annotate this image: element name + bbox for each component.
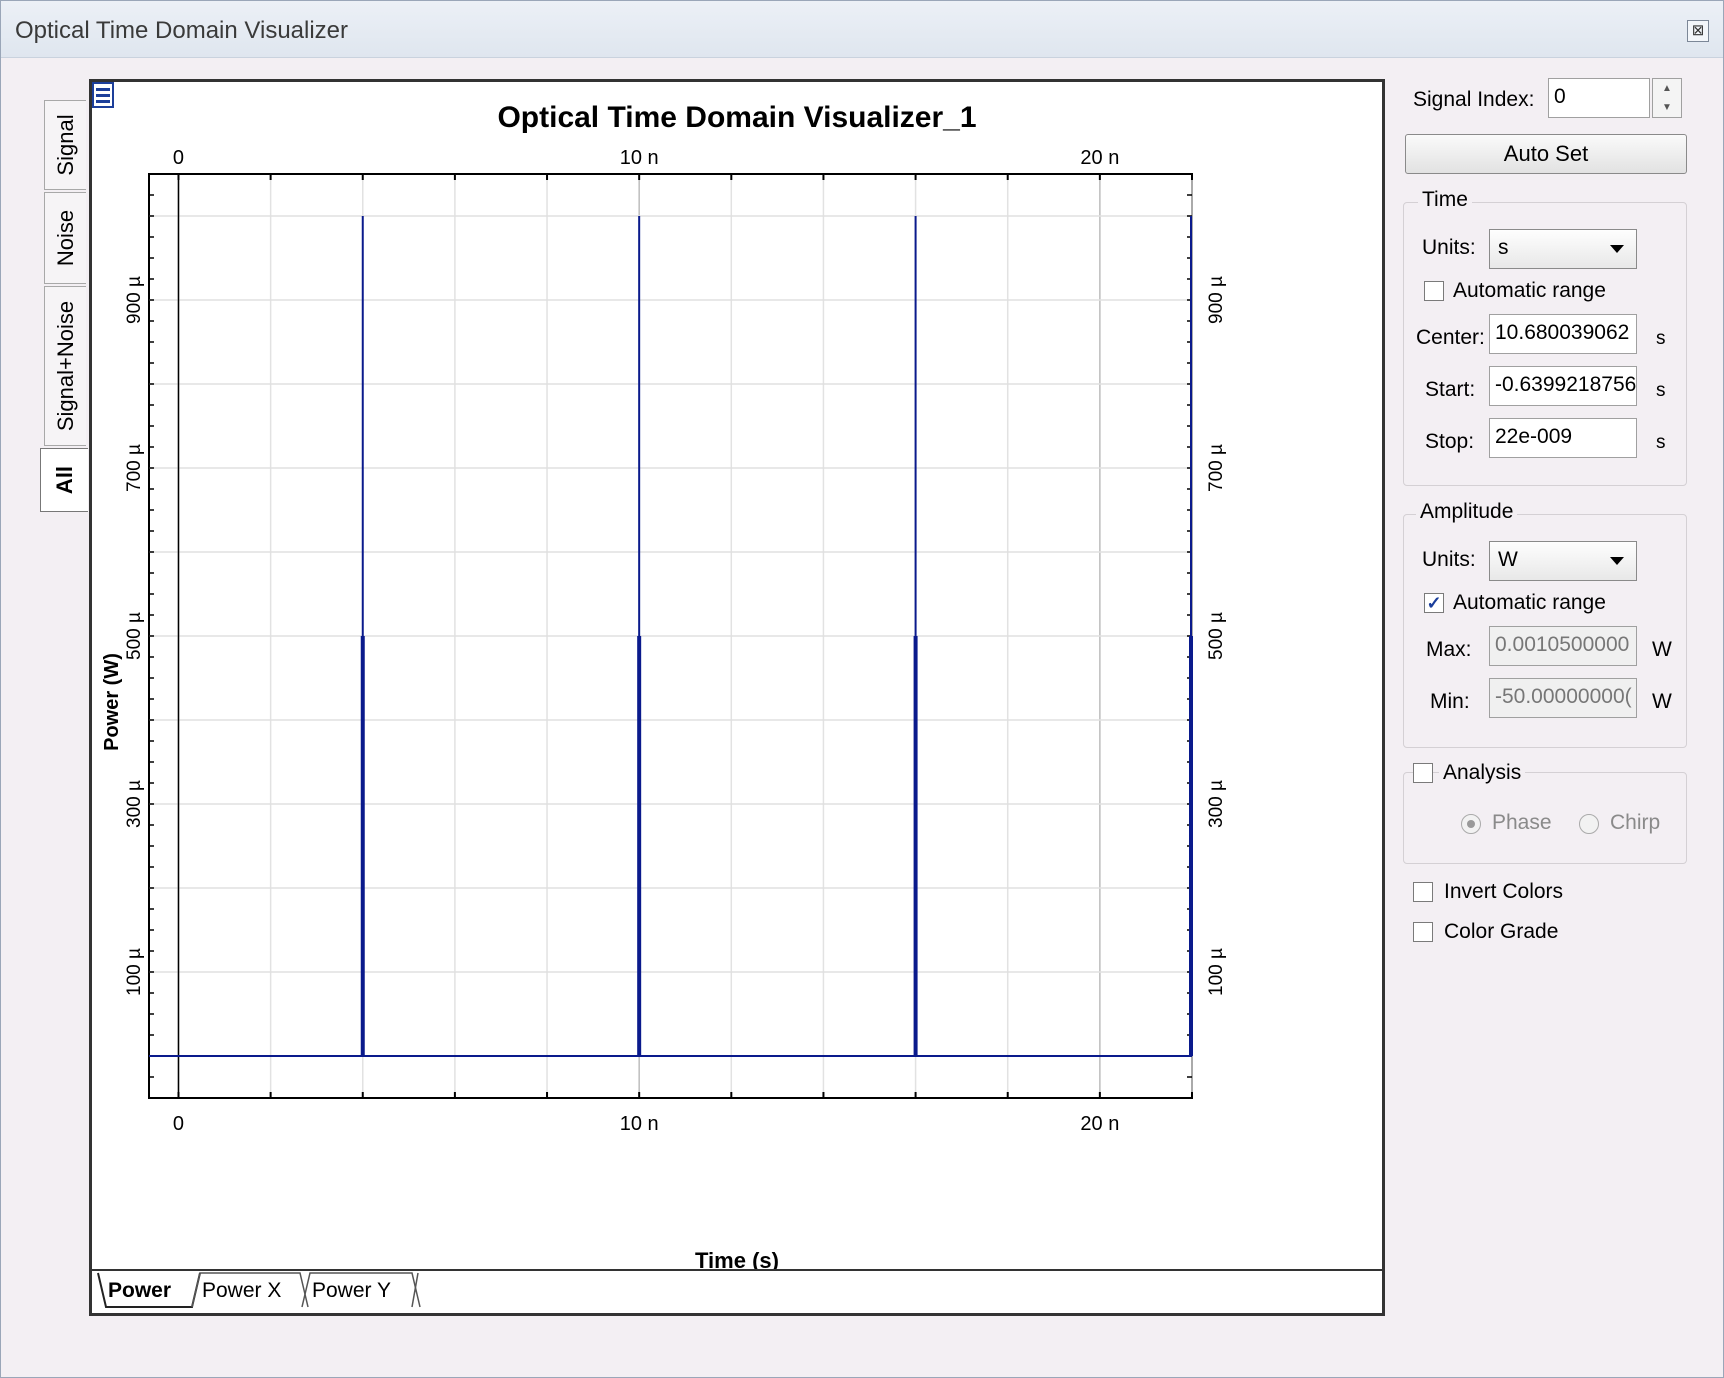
tab-noise[interactable]: Noise xyxy=(44,192,86,284)
auto-set-button[interactable]: Auto Set xyxy=(1405,134,1687,174)
amplitude-units-label: Units: xyxy=(1422,548,1476,571)
center-label: Center: xyxy=(1416,326,1485,349)
x-tick-label-bottom: 10 n xyxy=(620,1113,659,1135)
min-input[interactable]: -50.00000000( xyxy=(1489,678,1637,718)
y-tick-label-left: 500 µ xyxy=(124,612,145,660)
y-tick-label-left: 700 µ xyxy=(124,444,145,492)
min-unit: W xyxy=(1652,690,1672,713)
phase-radio[interactable] xyxy=(1461,814,1481,834)
chirp-radio[interactable] xyxy=(1579,814,1599,834)
signal-index-label: Signal Index: xyxy=(1413,88,1535,111)
max-input[interactable]: 0.0010500000 xyxy=(1489,626,1637,666)
bottom-tab-strip: Power Power X Power Y xyxy=(92,1269,1382,1313)
chart-svg: 0 0 10 n 10 n 20 n 20 n 100 µ 100 µ 300 µ 300 µ 50… xyxy=(101,101,1227,1272)
spin-up-icon[interactable]: ▲ xyxy=(1653,79,1681,98)
y-tick-label-right: 100 µ xyxy=(1206,948,1227,996)
tab-signal-noise-label: Signal+Noise xyxy=(52,300,78,432)
chirp-label: Chirp xyxy=(1610,811,1661,834)
window-title: Optical Time Domain Visualizer xyxy=(15,17,349,44)
y-tick-label-left: 300 µ xyxy=(124,780,145,828)
center-unit: s xyxy=(1656,328,1666,349)
x-tick-label-top: 10 n xyxy=(620,147,659,169)
tab-all[interactable]: All xyxy=(40,448,88,512)
invert-colors-label: Invert Colors xyxy=(1444,880,1564,903)
amplitude-group-title: Amplitude xyxy=(1416,500,1518,524)
color-grade-label: Color Grade xyxy=(1444,920,1559,943)
tab-signal[interactable]: Signal xyxy=(44,100,86,190)
phase-label: Phase xyxy=(1492,811,1552,834)
y-tick-label-right: 300 µ xyxy=(1206,780,1227,828)
time-auto-range-checkbox[interactable] xyxy=(1424,281,1444,301)
time-auto-range-label: Automatic range xyxy=(1453,279,1606,302)
amplitude-units-value: W xyxy=(1498,548,1518,571)
y-tick-label-right: 700 µ xyxy=(1206,444,1227,492)
stop-label: Stop: xyxy=(1425,430,1475,453)
time-group-title: Time xyxy=(1418,188,1472,212)
chevron-down-icon xyxy=(1610,245,1624,253)
start-unit: s xyxy=(1656,380,1666,401)
y-tick-label-left: 900 µ xyxy=(124,276,145,324)
x-tick-label-bottom: 20 n xyxy=(1080,1113,1119,1135)
color-grade-checkbox[interactable] xyxy=(1413,922,1433,942)
x-tick-label-bottom: 0 xyxy=(173,1113,184,1135)
y-tick-label-right: 500 µ xyxy=(1206,612,1227,660)
analysis-group-title: Analysis xyxy=(1439,761,1526,785)
stop-input[interactable]: 22e-009 xyxy=(1489,418,1637,458)
time-units-select[interactable]: s xyxy=(1489,229,1637,269)
stop-unit: s xyxy=(1656,432,1666,453)
tab-dividers xyxy=(97,1272,421,1308)
spin-down-icon[interactable]: ▼ xyxy=(1653,98,1681,117)
plot-area: 0 0 10 n 10 n 20 n 20 n 100 µ 100 µ 300 µ 300 µ 50… xyxy=(89,79,1385,1316)
x-tick-label-top: 0 xyxy=(173,147,184,169)
invert-colors-checkbox[interactable] xyxy=(1413,882,1433,902)
time-units-value: s xyxy=(1498,236,1509,259)
analysis-checkbox[interactable] xyxy=(1413,763,1433,783)
title-bar: Optical Time Domain Visualizer ⊠ xyxy=(1,1,1723,58)
y-axis-label: Power (W) xyxy=(101,653,123,751)
chevron-down-icon xyxy=(1610,557,1624,565)
max-label: Max: xyxy=(1426,638,1472,661)
signal-index-input[interactable]: 0 xyxy=(1548,78,1650,118)
x-tick-label-top: 20 n xyxy=(1080,147,1119,169)
time-units-label: Units: xyxy=(1422,236,1476,259)
min-label: Min: xyxy=(1430,690,1470,713)
center-input[interactable]: 10.680039062 xyxy=(1489,314,1637,354)
y-tick-label-right: 900 µ xyxy=(1206,276,1227,324)
tab-noise-label: Noise xyxy=(52,209,78,267)
tab-signal-noise[interactable]: Signal+Noise xyxy=(44,286,86,446)
amplitude-auto-range-label: Automatic range xyxy=(1453,591,1606,614)
start-label: Start: xyxy=(1425,378,1476,401)
close-icon[interactable]: ⊠ xyxy=(1687,20,1709,42)
document-icon[interactable] xyxy=(92,82,114,108)
y-tick-label-left: 100 µ xyxy=(124,948,145,996)
tab-signal-label: Signal xyxy=(52,114,78,176)
chart-title: Optical Time Domain Visualizer_1 xyxy=(497,101,976,134)
tab-all-label: All xyxy=(51,465,77,495)
amplitude-units-select[interactable]: W xyxy=(1489,541,1637,581)
max-unit: W xyxy=(1652,638,1672,661)
amplitude-auto-range-checkbox[interactable]: ✓ xyxy=(1424,593,1444,613)
start-input[interactable]: -0.6399218756 xyxy=(1489,366,1637,406)
signal-index-spinner[interactable]: ▲ ▼ xyxy=(1652,78,1682,118)
